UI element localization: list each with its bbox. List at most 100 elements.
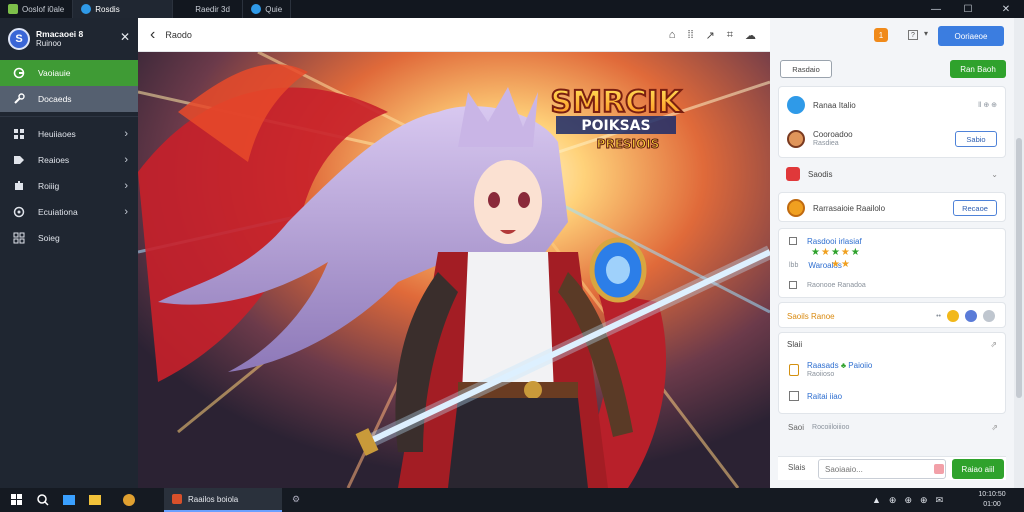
footer-row: Saoi Rocoiiloiiioo ⇗: [778, 418, 1006, 436]
item-subtitle: Rasdiea: [813, 140, 839, 147]
sidebar-item-apps[interactable]: Soieg: [0, 225, 138, 251]
gallery-icon[interactable]: ⌗: [727, 29, 733, 42]
secondary-button[interactable]: Rasdaio: [780, 60, 832, 78]
clock-time: 10:10:50: [978, 491, 1006, 498]
network-icon[interactable]: ⊕: [889, 495, 897, 506]
green-action-button[interactable]: Ran Baoh: [950, 60, 1006, 78]
list-item[interactable]: Ranaa Italio ll ⊕ ⊕: [779, 93, 1005, 117]
taskbar-app-button[interactable]: Raailos boiola: [164, 488, 282, 512]
message-input[interactable]: [818, 459, 946, 479]
sidebar-item-grid[interactable]: Heuiiaoes ›: [0, 121, 138, 147]
maximize-button[interactable]: ☐: [954, 0, 982, 18]
back-icon[interactable]: ‹: [150, 26, 155, 44]
pin-icon[interactable]: ⇗: [990, 340, 997, 349]
share-icon[interactable]: ↗: [706, 29, 715, 42]
section-header[interactable]: Saodis ⌄: [778, 164, 1006, 184]
score-icons: ••: [936, 310, 995, 322]
windows-start-icon[interactable]: [4, 488, 30, 512]
profile-header[interactable]: S Rmacaoei 8 Ruinoo ✕: [0, 18, 138, 60]
detail-label: Slaii: [787, 339, 803, 349]
task-view-icon[interactable]: [56, 488, 82, 512]
folder-icon: [789, 364, 799, 376]
item-action-button[interactable]: Recaoe: [953, 200, 997, 216]
battery-icon[interactable]: ⊕: [920, 495, 928, 506]
send-button[interactable]: Raiao aiil: [952, 459, 1004, 479]
sidebar-item-label: Heuiiaoes: [38, 129, 76, 139]
browser-tab-4[interactable]: Quie: [243, 0, 292, 18]
close-icon[interactable]: ✕: [120, 30, 130, 44]
chevron-right-icon: ›: [124, 154, 128, 166]
home-icon: [12, 67, 26, 79]
settings-icon[interactable]: [983, 310, 995, 322]
gear-icon[interactable]: ⚙: [292, 494, 300, 505]
list-item[interactable]: Cooroadoo Rasdiea Sabio: [779, 127, 1005, 151]
browser-tab-2[interactable]: Rosdis: [73, 0, 174, 18]
list-item[interactable]: Raitai iiao: [779, 389, 1005, 403]
tab-label: Rosdis: [95, 4, 120, 14]
notification-badge[interactable]: 1: [874, 28, 888, 42]
pin-icon[interactable]: ⇗: [991, 423, 998, 432]
minimize-button[interactable]: —: [922, 0, 950, 18]
coin-icon[interactable]: [947, 310, 959, 322]
chevron-down-icon: ⌄: [991, 169, 998, 179]
list-item: Raonooe Ranadoa: [779, 279, 1005, 291]
account-card: Ranaa Italio ll ⊕ ⊕ Cooroadoo Rasdiea Sa…: [778, 86, 1006, 158]
scrollbar[interactable]: [1014, 18, 1024, 488]
detail-title: Raasads: [807, 361, 839, 370]
emoji-icon[interactable]: [934, 464, 944, 474]
avatar: [787, 130, 805, 148]
list-item[interactable]: Rarrasaioie Raailolo Recaoe: [779, 197, 1005, 219]
artwork-image[interactable]: SMRCIK POIKSAS PRESIOIS: [138, 52, 770, 488]
detail-link: Raitai iiao: [807, 391, 843, 401]
tag-icon: [12, 154, 26, 166]
home-icon[interactable]: ⌂: [669, 29, 676, 41]
star-icon: ★: [840, 259, 850, 270]
item-action-button[interactable]: Sabio: [955, 131, 997, 147]
row-tag: lbb: [789, 261, 799, 269]
sidebar-item-label: Reaioes: [38, 155, 70, 165]
close-window-button[interactable]: ✕: [992, 0, 1020, 18]
sun-icon: [787, 199, 805, 217]
section-label: Saodis: [808, 169, 833, 179]
mail-icon[interactable]: ✉: [936, 495, 944, 506]
divider: [0, 116, 138, 117]
list-item[interactable]: Raasads ♣ Paioiio Raoiioso: [779, 359, 1005, 381]
tab-label: Ooslof i0ale: [22, 4, 65, 14]
dropdown-icon[interactable]: ▾: [924, 29, 928, 38]
list-item[interactable]: Saoils Ranoe ••: [779, 308, 1005, 324]
app-icon: [8, 4, 18, 14]
taskbar-app-label: Raailos boiola: [188, 494, 239, 504]
browser-tab-3[interactable]: Raedir 3d: [173, 0, 244, 18]
search-icon[interactable]: [30, 488, 56, 512]
volume-icon[interactable]: ⊕: [904, 495, 912, 506]
sidebar-item-puzzle[interactable]: Roiiig ›: [0, 173, 138, 199]
details-card: Slaii ⇗ Raasads ♣ Paioiio Raoiioso Raita…: [778, 332, 1006, 414]
more-icon[interactable]: ••: [936, 313, 941, 320]
primary-action-button[interactable]: Ooriaeoe: [938, 26, 1004, 46]
scrollbar-thumb[interactable]: [1016, 138, 1022, 398]
sidebar-item-home[interactable]: Vaoiauie: [0, 60, 138, 86]
browser-tab-1[interactable]: Ooslof i0ale: [0, 0, 74, 18]
apps-icon: [12, 232, 26, 244]
clock[interactable]: 10:10:50 01:00: [970, 490, 1014, 510]
score-card: Saoils Ranoe ••: [778, 302, 1006, 328]
sidebar-item-tags[interactable]: Reaioes ›: [0, 147, 138, 173]
globe-icon[interactable]: [965, 310, 977, 322]
tray-up-icon[interactable]: ▲: [872, 495, 881, 505]
browser-icon[interactable]: [116, 488, 142, 512]
item-title: Ranaa Italio: [813, 100, 856, 110]
split-icon[interactable]: ⁞⁞: [687, 29, 693, 41]
compass-icon: [12, 206, 26, 218]
sidebar-item-tools[interactable]: Docaeds: [0, 86, 138, 112]
cloud-icon[interactable]: ☁: [745, 29, 756, 42]
tab-label: Quie: [265, 4, 283, 14]
sidebar-item-compass[interactable]: Ecuiationa ›: [0, 199, 138, 225]
folder-icon[interactable]: [82, 488, 108, 512]
help-icon[interactable]: ?: [908, 30, 918, 40]
sidebar: S Rmacaoei 8 Ruinoo ✕ Vaoiauie Docaeds H…: [0, 18, 138, 488]
profile-subtitle: Ruinoo: [36, 39, 62, 48]
rating-row: lbb Waroalos: [779, 259, 1005, 271]
lock-icon: [789, 237, 797, 245]
title-bar: Ooslof i0ale Rosdis Raedir 3d Quie — ☐ ✕: [0, 0, 1024, 18]
viewer-title: Raodo: [165, 29, 192, 40]
